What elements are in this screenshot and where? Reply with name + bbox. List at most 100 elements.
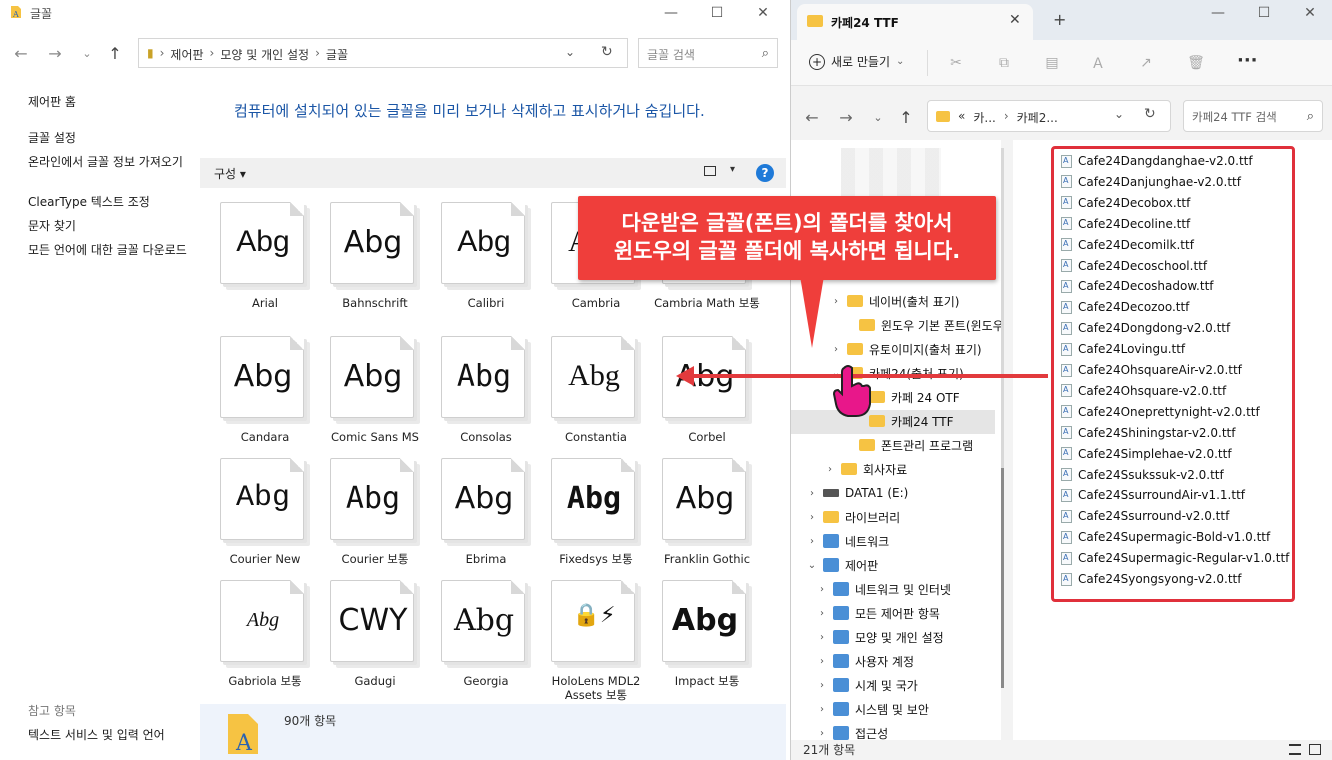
chevron-icon[interactable]: › xyxy=(825,464,835,475)
tree-item[interactable]: › 모든 제어판 항목 xyxy=(817,602,940,624)
tree-item[interactable]: › 시계 및 국가 xyxy=(817,674,918,696)
breadcrumb-item-1[interactable]: 카... xyxy=(973,109,995,126)
organize-menu[interactable]: 구성 ▾ xyxy=(214,165,246,182)
chevron-icon[interactable]: › xyxy=(831,296,841,307)
tree-item[interactable]: › 유토이미지(출처 표기) xyxy=(831,338,982,360)
font-tile[interactable]: Abg Courier 보통 xyxy=(320,454,430,576)
breadcrumb-item-2[interactable]: 카페2... xyxy=(1017,109,1058,126)
tree-item[interactable]: 윈도우 기본 폰트(윈도우 xyxy=(843,314,1004,336)
tree-item[interactable]: › 사용자 계정 xyxy=(817,650,914,672)
file-row[interactable]: Cafe24Simplehae-v2.0.ttf xyxy=(1061,444,1232,464)
maximize-button[interactable]: ☐ xyxy=(694,0,740,26)
font-tile[interactable]: Abg Arial xyxy=(210,198,320,320)
chevron-icon[interactable]: › xyxy=(807,536,817,547)
share-icon[interactable]: ↗ xyxy=(1137,54,1155,72)
file-row[interactable]: Cafe24Ssukssuk-v2.0.ttf xyxy=(1061,465,1224,485)
font-tile[interactable]: Abg Ebrima xyxy=(431,454,541,576)
font-tile[interactable]: Abg Corbel xyxy=(652,332,762,454)
font-tile[interactable]: Abg Gabriola 보통 xyxy=(210,576,320,698)
tree-item[interactable]: › DATA1 (E:) xyxy=(807,482,908,504)
nav-font-settings[interactable]: 글꼴 설정 xyxy=(28,130,193,146)
font-tile[interactable]: Abg Calibri xyxy=(431,198,541,320)
rename-icon[interactable]: Ａ xyxy=(1089,54,1107,72)
font-tile[interactable]: Abg Franklin Gothic xyxy=(652,454,762,576)
font-tile[interactable]: Abg Fixedsys 보통 xyxy=(541,454,651,576)
close-button[interactable]: ✕ xyxy=(1287,0,1332,26)
chevron-icon[interactable]: › xyxy=(817,608,827,619)
nav-get-font-info-online[interactable]: 온라인에서 글꼴 정보 가져오기 xyxy=(28,154,193,170)
font-tile[interactable]: 🔒⚡ HoloLens MDL2 Assets 보통 xyxy=(541,576,651,702)
delete-icon[interactable]: 🗑 xyxy=(1187,54,1205,72)
font-tile[interactable]: Abg Impact 보통 xyxy=(652,576,762,698)
refresh-icon[interactable]: ↻ xyxy=(601,44,613,60)
file-row[interactable]: Cafe24Ohsquare-v2.0.ttf xyxy=(1061,381,1226,401)
tree-item[interactable]: › 네이버(출처 표기) xyxy=(831,290,959,312)
more-options-icon[interactable]: ··· xyxy=(1237,50,1258,71)
file-row[interactable]: Cafe24SsurroundAir-v1.1.ttf xyxy=(1061,485,1245,505)
file-row[interactable]: Cafe24Dongdong-v2.0.ttf xyxy=(1061,318,1230,338)
tree-item[interactable]: › 네트워크 및 인터넷 xyxy=(817,578,951,600)
address-dropdown-icon[interactable]: ⌄ xyxy=(565,45,575,59)
back-arrow-icon[interactable]: ← xyxy=(10,42,32,64)
forward-arrow-icon[interactable]: → xyxy=(835,106,857,128)
file-row[interactable]: Cafe24Decomilk.ttf xyxy=(1061,235,1194,255)
paste-icon[interactable]: ▤ xyxy=(1043,54,1061,72)
recent-dropdown-icon[interactable]: ⌄ xyxy=(76,42,98,64)
font-tile[interactable]: Abg Courier New xyxy=(210,454,320,576)
chevron-icon[interactable]: › xyxy=(817,656,827,667)
nav-control-panel-home[interactable]: 제어판 홈 xyxy=(28,94,193,110)
font-tile[interactable]: Abg Constantia xyxy=(541,332,651,454)
maximize-button[interactable]: ☐ xyxy=(1241,0,1287,26)
tree-item[interactable]: › 회사자료 xyxy=(825,458,907,480)
font-tile[interactable]: Abg Candara xyxy=(210,332,320,454)
search-input[interactable]: 카페24 TTF 검색 ⌕ xyxy=(1183,100,1323,132)
chevron-icon[interactable]: › xyxy=(817,728,827,739)
chevron-icon[interactable]: › xyxy=(807,488,817,499)
details-view-icon[interactable] xyxy=(1289,744,1301,755)
file-row[interactable]: Cafe24Supermagic-Regular-v1.0.ttf xyxy=(1061,548,1289,568)
file-row[interactable]: Cafe24Decoschool.ttf xyxy=(1061,256,1207,276)
address-dropdown-icon[interactable]: ⌄ xyxy=(1114,107,1124,121)
font-tile[interactable]: Abg Georgia xyxy=(431,576,541,698)
breadcrumb-fonts[interactable]: 글꼴 xyxy=(326,46,348,63)
file-row[interactable]: Cafe24Decoline.ttf xyxy=(1061,214,1190,234)
up-arrow-icon[interactable]: ↑ xyxy=(895,106,917,128)
font-tile[interactable]: Abg Bahnschrift xyxy=(320,198,430,320)
up-arrow-icon[interactable]: ↑ xyxy=(104,42,126,64)
file-row[interactable]: Cafe24Lovingu.ttf xyxy=(1061,339,1185,359)
file-row[interactable]: Cafe24Decoshadow.ttf xyxy=(1061,276,1214,296)
help-icon[interactable]: ? xyxy=(756,164,774,182)
tab-cafe24-ttf[interactable]: 카페24 TTF ✕ xyxy=(797,4,1033,40)
chevron-icon[interactable]: › xyxy=(817,632,827,643)
new-button[interactable]: + 새로 만들기 ⌄ xyxy=(809,53,904,70)
nav-find-character[interactable]: 문자 찾기 xyxy=(28,218,193,234)
refresh-icon[interactable]: ↻ xyxy=(1144,106,1156,122)
font-tile[interactable]: CWY Gadugi xyxy=(320,576,430,698)
recent-dropdown-icon[interactable]: ⌄ xyxy=(867,106,889,128)
nav-cleartype[interactable]: ClearType 텍스트 조정 xyxy=(28,194,193,210)
font-tile[interactable]: Abg Comic Sans MS xyxy=(320,332,430,454)
breadcrumb-control-panel[interactable]: 제어판 xyxy=(170,46,203,63)
new-tab-icon[interactable]: + xyxy=(1053,10,1066,29)
tree-item[interactable]: › 네트워크 xyxy=(807,530,889,552)
file-row[interactable]: Cafe24Decobox.ttf xyxy=(1061,193,1190,213)
nav-download-fonts[interactable]: 모든 언어에 대한 글꼴 다운로드 xyxy=(28,242,193,258)
chevron-icon[interactable]: › xyxy=(817,680,827,691)
view-icon[interactable] xyxy=(704,166,716,176)
tree-item[interactable]: › 시스템 및 보안 xyxy=(817,698,929,720)
chevron-icon[interactable]: › xyxy=(807,512,817,523)
scrollbar-thumb[interactable] xyxy=(1001,468,1004,688)
file-row[interactable]: Cafe24Syongsyong-v2.0.ttf xyxy=(1061,569,1241,589)
forward-arrow-icon[interactable]: → xyxy=(44,42,66,64)
text-services-link[interactable]: 텍스트 서비스 및 입력 언어 xyxy=(28,726,165,743)
chevron-icon[interactable]: › xyxy=(817,704,827,715)
search-input[interactable]: 글꼴 검색 ⌕ xyxy=(638,38,778,68)
file-row[interactable]: Cafe24Oneprettynight-v2.0.ttf xyxy=(1061,402,1260,422)
address-bar[interactable]: « 카... › 카페2... ⌄ ↻ xyxy=(927,100,1171,132)
tree-item[interactable]: ⌄ 제어판 xyxy=(807,554,878,576)
font-tile[interactable]: Abg Consolas xyxy=(431,332,541,454)
tree-item[interactable]: › 모양 및 개인 설정 xyxy=(817,626,944,648)
minimize-button[interactable]: — xyxy=(1195,0,1241,26)
copy-icon[interactable]: ⧉ xyxy=(995,54,1013,72)
tree-item[interactable]: › 라이브러리 xyxy=(807,506,900,528)
